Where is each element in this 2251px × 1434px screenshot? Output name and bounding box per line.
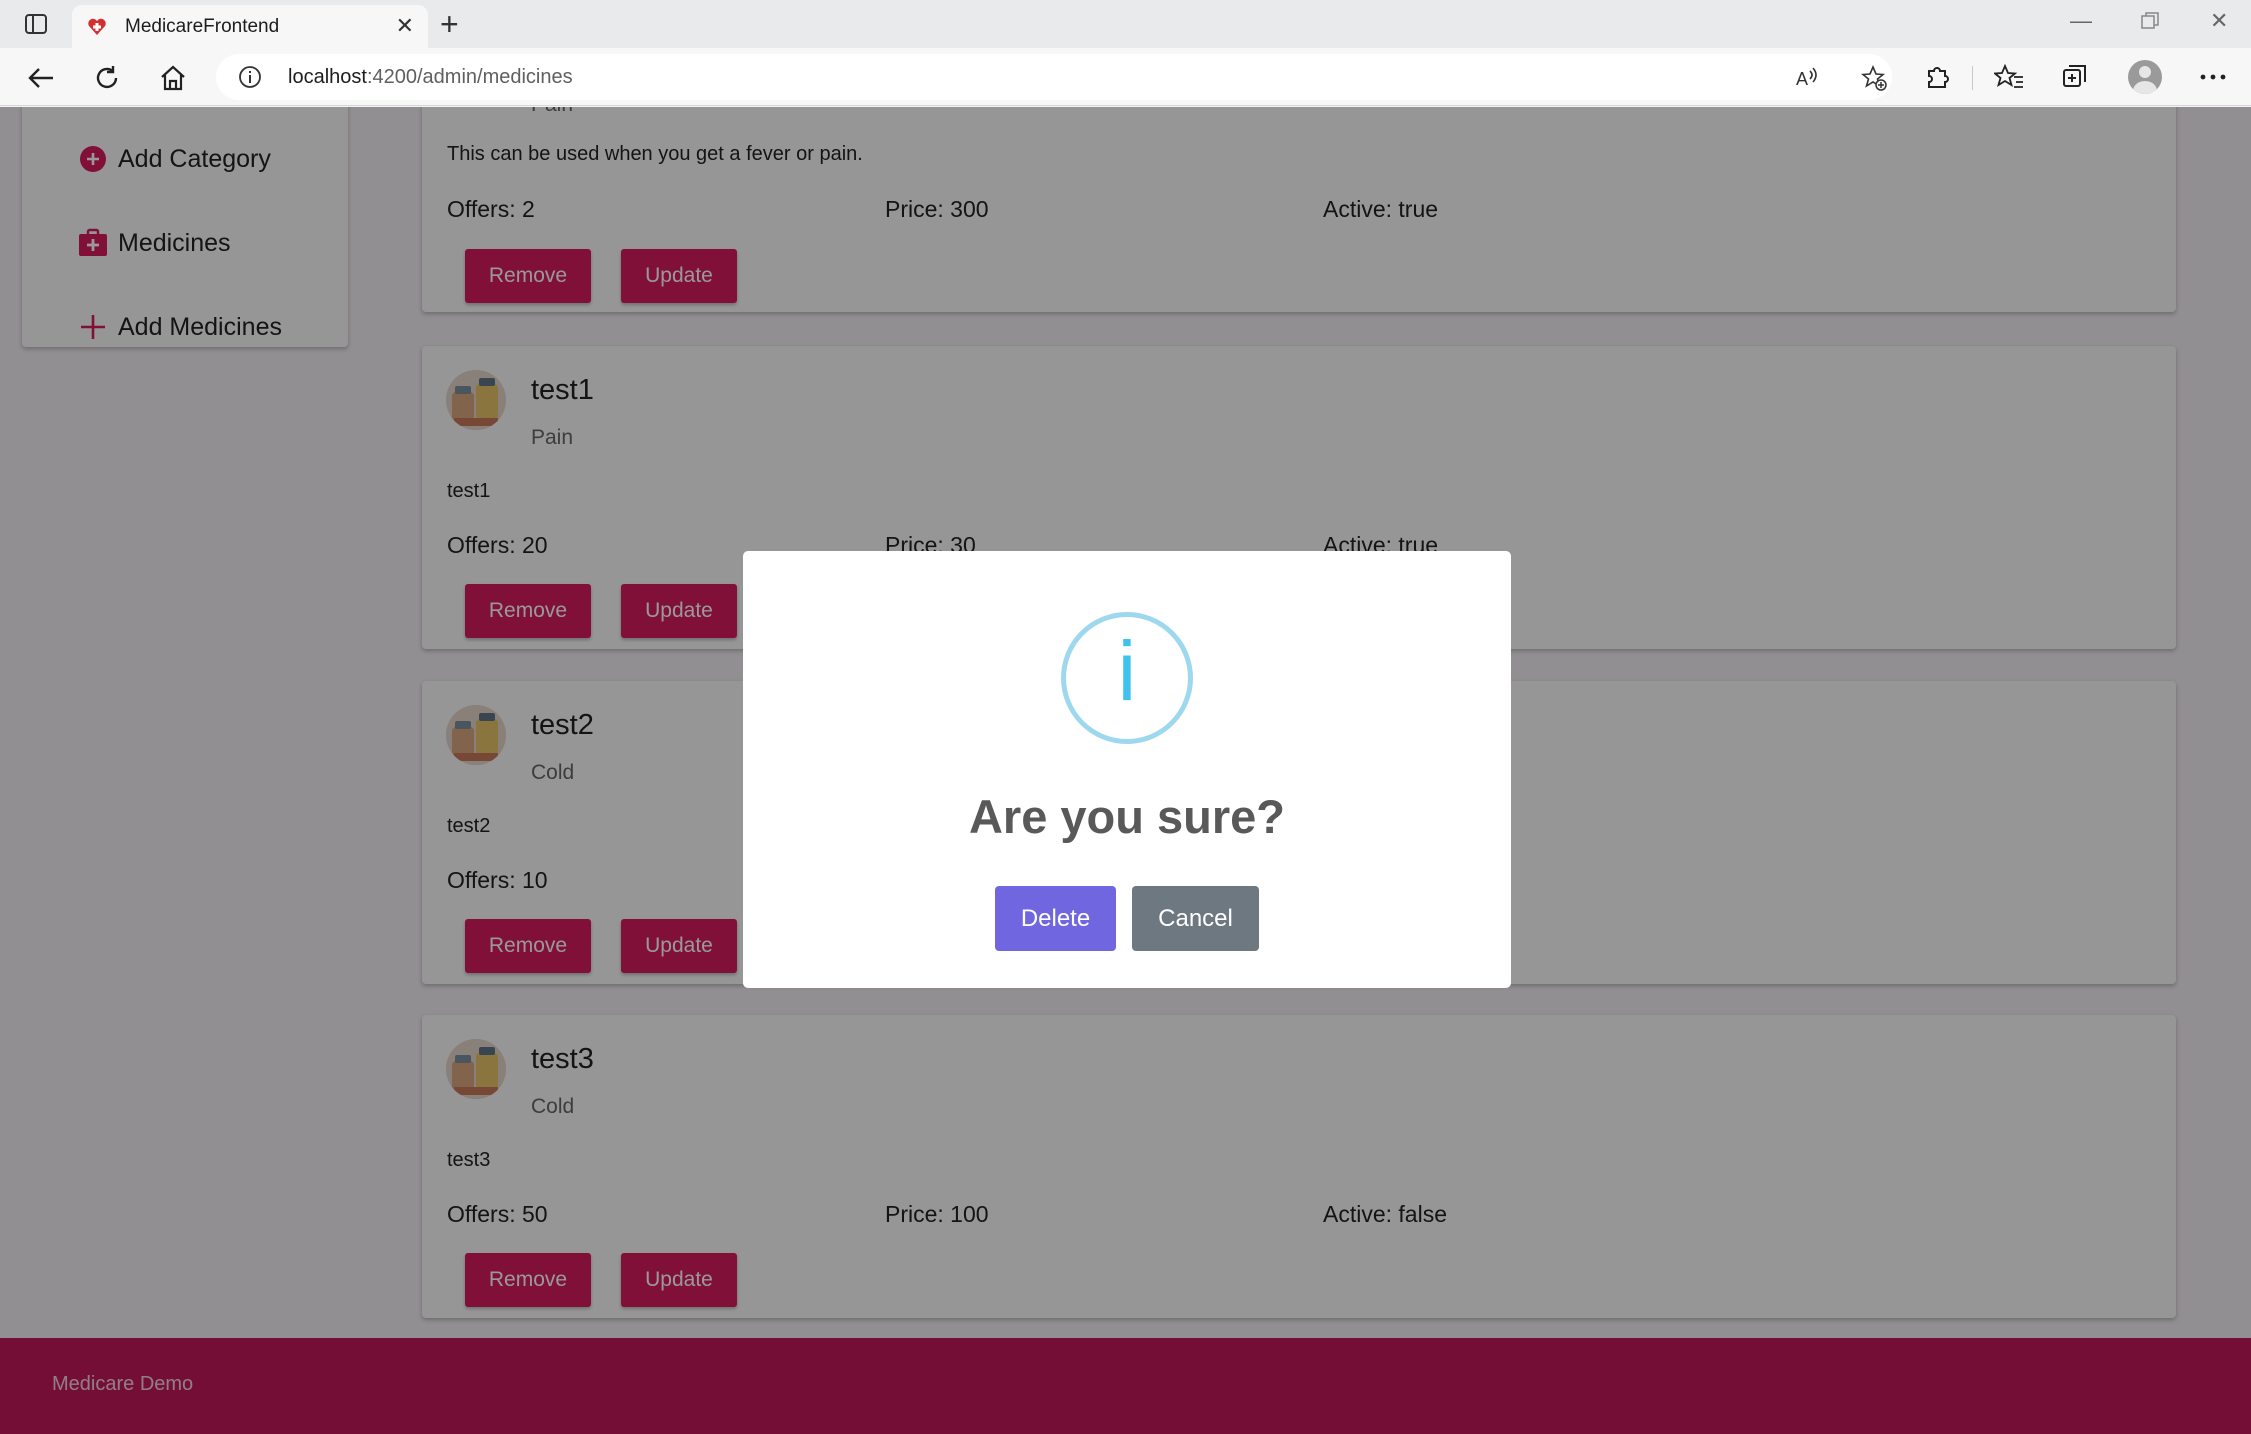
browser-tab[interactable]: MedicareFrontend ✕ (72, 5, 428, 48)
toolbar-divider (1972, 66, 1973, 90)
home-icon[interactable] (156, 61, 190, 95)
tab-actions-icon[interactable] (18, 10, 54, 38)
cancel-button[interactable]: Cancel (1132, 886, 1259, 951)
browser-tab-bar: MedicareFrontend ✕ + — ✕ (0, 0, 2251, 48)
page-viewport: Add Category Medicines Add Medicines Pai… (0, 107, 2251, 1434)
read-aloud-icon[interactable]: A (1794, 65, 1820, 91)
back-icon[interactable] (24, 61, 58, 95)
dialog-title: Are you sure? (968, 790, 1286, 843)
tab-title: MedicareFrontend (125, 16, 280, 37)
info-icon: i (1061, 612, 1193, 744)
info-glyph: i (1117, 624, 1137, 718)
favorites-icon[interactable] (1994, 62, 2024, 92)
window-close-icon[interactable]: ✕ (2210, 8, 2228, 34)
browser-toolbar: localhost:4200/admin/medicines A (0, 48, 2251, 106)
add-favorite-icon[interactable] (1861, 65, 1887, 91)
restore-icon[interactable] (2141, 10, 2159, 36)
profile-avatar-icon[interactable] (2128, 60, 2162, 94)
extensions-icon[interactable] (1922, 62, 1952, 92)
url-text: localhost:4200/admin/medicines (288, 66, 573, 88)
site-info-icon[interactable] (238, 65, 262, 89)
collections-icon[interactable] (2060, 62, 2090, 92)
more-menu-icon[interactable] (2198, 62, 2228, 92)
tab-close-icon[interactable]: ✕ (396, 15, 414, 37)
medicare-favicon-icon (88, 18, 106, 35)
new-tab-icon[interactable]: + (440, 6, 459, 42)
confirm-dialog: i Are you sure? Delete Cancel (743, 551, 1511, 988)
delete-button[interactable]: Delete (995, 886, 1116, 951)
minimize-icon[interactable]: — (2070, 8, 2092, 34)
address-bar[interactable]: localhost:4200/admin/medicines A (216, 54, 1892, 100)
svg-text:A: A (1796, 69, 1808, 89)
reload-icon[interactable] (90, 61, 124, 95)
